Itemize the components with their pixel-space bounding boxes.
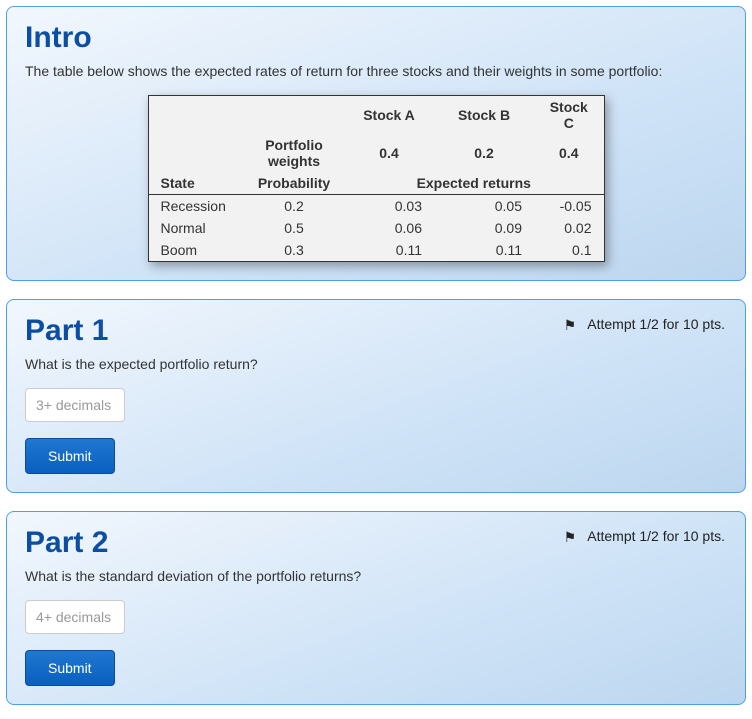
expected-returns-header: Expected returns [344,172,604,195]
ret-c-cell: 0.02 [534,217,604,239]
ret-b-cell: 0.11 [434,239,534,262]
part1-answer-input[interactable] [25,388,125,422]
intro-title: Intro [25,21,727,55]
ret-b-cell: 0.05 [434,195,534,218]
intro-card: Intro The table below shows the expected… [6,6,746,281]
state-header: State [148,172,244,195]
flag-icon[interactable]: ⚑ [564,317,577,334]
ret-a-cell: 0.06 [344,217,434,239]
prob-cell: 0.5 [244,217,344,239]
part2-answer-input[interactable] [25,600,125,634]
weight-a: 0.4 [344,134,434,172]
part1-submit-button[interactable]: Submit [25,438,115,474]
state-cell: Normal [148,217,244,239]
prob-cell: 0.3 [244,239,344,262]
stock-a-header: Stock A [344,96,434,135]
returns-table: Stock A Stock B Stock C Portfolio weight… [148,95,605,262]
ret-a-cell: 0.11 [344,239,434,262]
state-cell: Recession [148,195,244,218]
part1-question: What is the expected portfolio return? [25,356,727,372]
part1-card: ⚑ Attempt 1/2 for 10 pts. Part 1 What is… [6,299,746,493]
part1-attempt: ⚑ Attempt 1/2 for 10 pts. [564,316,725,334]
part2-card: ⚑ Attempt 1/2 for 10 pts. Part 2 What is… [6,511,746,705]
ret-b-cell: 0.09 [434,217,534,239]
stock-c-header: Stock C [534,96,604,135]
weights-label: Portfolio weights [244,134,344,172]
part2-submit-button[interactable]: Submit [25,650,115,686]
table-row: Recession 0.2 0.03 0.05 -0.05 [148,195,604,218]
intro-description: The table below shows the expected rates… [25,63,727,79]
probability-header: Probability [244,172,344,195]
flag-icon[interactable]: ⚑ [564,529,577,546]
stock-b-header: Stock B [434,96,534,135]
part2-question: What is the standard deviation of the po… [25,568,727,584]
weight-b: 0.2 [434,134,534,172]
part2-attempt-text: Attempt 1/2 for 10 pts. [587,528,725,544]
state-cell: Boom [148,239,244,262]
table-row: Normal 0.5 0.06 0.09 0.02 [148,217,604,239]
table-row: Boom 0.3 0.11 0.11 0.1 [148,239,604,262]
ret-c-cell: -0.05 [534,195,604,218]
weight-c: 0.4 [534,134,604,172]
ret-a-cell: 0.03 [344,195,434,218]
part1-attempt-text: Attempt 1/2 for 10 pts. [587,316,725,332]
ret-c-cell: 0.1 [534,239,604,262]
part2-attempt: ⚑ Attempt 1/2 for 10 pts. [564,528,725,546]
prob-cell: 0.2 [244,195,344,218]
